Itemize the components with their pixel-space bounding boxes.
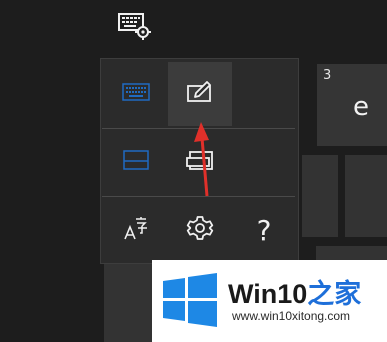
watermark: Win10之家 www.win10xitong.com — [152, 260, 387, 342]
keyboard-key[interactable] — [345, 155, 387, 237]
keyboard-layout-icon — [122, 83, 150, 105]
windows-logo-icon — [161, 273, 219, 327]
help-option[interactable]: ? — [232, 198, 296, 262]
keyboard-key[interactable] — [302, 155, 338, 237]
docked-keyboard-option[interactable] — [104, 130, 168, 194]
watermark-title-part1: Win10 — [228, 279, 308, 309]
settings-option[interactable] — [168, 198, 232, 262]
key-e[interactable]: 3 e — [317, 64, 387, 146]
handwriting-pen-icon — [186, 81, 214, 107]
watermark-url: www.win10xitong.com — [232, 309, 351, 323]
handwriting-option[interactable] — [168, 62, 232, 126]
keyboard-settings-icon[interactable] — [113, 10, 153, 40]
key-number-label: 3 — [323, 68, 332, 83]
docked-keyboard-icon — [122, 149, 150, 175]
watermark-title-part2: 之家 — [307, 279, 362, 309]
language-option[interactable] — [104, 198, 168, 262]
language-icon — [122, 215, 150, 245]
gear-icon — [186, 214, 214, 246]
help-icon: ? — [256, 213, 272, 247]
keyboard-layout-option[interactable] — [104, 62, 168, 126]
red-arrow-annotation — [190, 120, 220, 200]
keyboard-key[interactable] — [104, 262, 152, 342]
key-char-label: e — [353, 92, 369, 122]
watermark-title: Win10之家 — [228, 272, 361, 311]
